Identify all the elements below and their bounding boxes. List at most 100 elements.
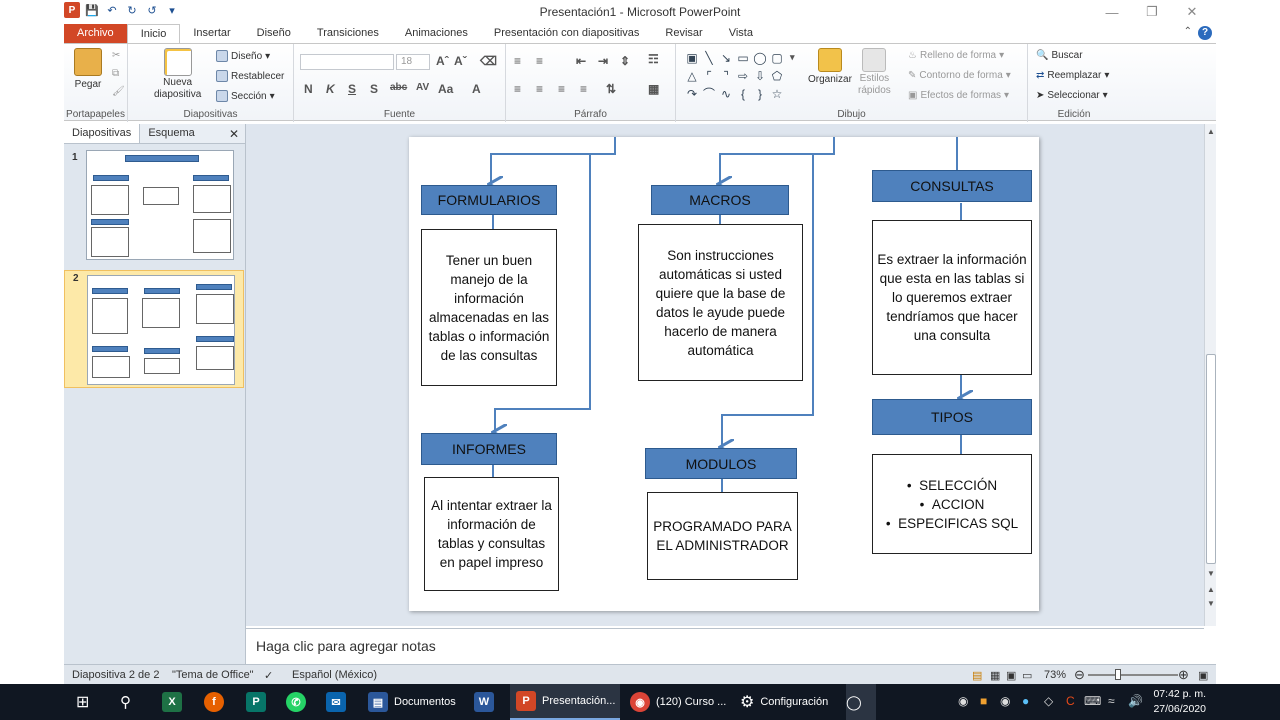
- wifi-tray-icon[interactable]: ◇: [1044, 694, 1053, 708]
- start-button[interactable]: ⊞: [76, 684, 89, 720]
- strikethrough-icon[interactable]: abc: [390, 82, 407, 93]
- copy-icon[interactable]: ⧉: [112, 68, 119, 79]
- char-spacing-icon[interactable]: AV: [416, 82, 429, 93]
- taskbar-item-configuracion[interactable]: ⚙ Configuración: [734, 684, 838, 720]
- new-slide-button[interactable]: Nueva diapositiva: [154, 48, 201, 100]
- scroll-thumb[interactable]: [1206, 354, 1216, 564]
- brace-right-shape-icon[interactable]: }: [752, 86, 768, 103]
- macros-header[interactable]: MACROS: [651, 185, 789, 215]
- theme-name[interactable]: "Tema de Office": [172, 669, 254, 681]
- cortana-taskbar-icon[interactable]: ◯: [846, 684, 876, 720]
- rounded-rect-shape-icon[interactable]: ▢: [769, 50, 785, 67]
- fit-to-window-icon[interactable]: ▣: [1198, 669, 1208, 682]
- curve-arrow-shape-icon[interactable]: ↷: [684, 86, 700, 103]
- slide-thumbnail-1[interactable]: 1: [64, 150, 244, 264]
- italic-icon[interactable]: K: [326, 82, 335, 96]
- zoom-slider[interactable]: [1088, 674, 1178, 676]
- record-icon[interactable]: ◉: [958, 694, 968, 708]
- paste-button[interactable]: Pegar: [74, 48, 102, 90]
- shape-effects-button[interactable]: ▣ Efectos de formas ▾: [908, 90, 1009, 101]
- consultas-header[interactable]: CONSULTAS: [872, 170, 1032, 202]
- line-spacing-icon[interactable]: ⇕: [620, 54, 630, 68]
- close-icon[interactable]: ✕: [1172, 0, 1212, 24]
- tipos-header[interactable]: TIPOS: [872, 399, 1032, 435]
- network-icon[interactable]: ≈: [1108, 694, 1115, 708]
- macros-description[interactable]: Son instrucciones automáticas si usted q…: [638, 224, 803, 381]
- slide-sorter-icon[interactable]: ▦: [990, 669, 1000, 682]
- taskbar-item-presentacion[interactable]: P Presentación...: [510, 684, 620, 720]
- right-arrow-shape-icon[interactable]: ⇨: [735, 68, 751, 85]
- discord-icon[interactable]: ◉: [1000, 694, 1010, 708]
- find-button[interactable]: 🔍 Buscar: [1036, 50, 1083, 61]
- align-center-icon[interactable]: ≡: [536, 82, 543, 96]
- tab-presentacion[interactable]: Presentación con diapositivas: [481, 24, 653, 44]
- shapes-more-icon[interactable]: ▾: [790, 52, 795, 63]
- modulos-description[interactable]: PROGRAMADO PARA EL ADMINISTRADOR: [647, 492, 798, 580]
- font-name-combo[interactable]: [300, 54, 394, 70]
- tab-archivo[interactable]: Archivo: [64, 24, 127, 44]
- minimize-icon[interactable]: —: [1092, 0, 1132, 24]
- slide-canvas[interactable]: FORMULARIOS Tener un buen manejo de la i…: [409, 137, 1039, 611]
- search-button[interactable]: ⚲: [120, 684, 131, 720]
- reading-view-icon[interactable]: ▣: [1006, 669, 1016, 682]
- arrange-button[interactable]: Organizar: [808, 48, 852, 85]
- down-arrow-shape-icon[interactable]: ⇩: [752, 68, 768, 85]
- font-size-combo[interactable]: 18: [396, 54, 430, 70]
- increase-indent-icon[interactable]: ⇥: [598, 54, 608, 68]
- numbering-icon[interactable]: ≡: [536, 54, 543, 68]
- smartart-icon[interactable]: ▦: [648, 82, 659, 96]
- line-shape-icon[interactable]: ╲: [701, 50, 717, 67]
- clear-format-icon[interactable]: ⌫: [480, 54, 497, 68]
- star-shape-icon[interactable]: ☆: [769, 86, 785, 103]
- grow-font-icon[interactable]: Aˆ: [436, 54, 449, 68]
- select-button[interactable]: ➤ Seleccionar ▾: [1036, 90, 1108, 101]
- zoom-out-icon[interactable]: ⊖: [1074, 667, 1085, 683]
- informes-description[interactable]: Al intentar extraer la información de ta…: [424, 477, 559, 591]
- shrink-font-icon[interactable]: Aˇ: [454, 54, 467, 68]
- text-direction-icon[interactable]: ⇅: [606, 82, 616, 96]
- tab-insertar[interactable]: Insertar: [180, 24, 243, 44]
- slide-editing-area[interactable]: FORMULARIOS Tener un buen manejo de la i…: [246, 124, 1204, 626]
- excel-taskbar-icon[interactable]: X: [162, 684, 182, 720]
- formularios-header[interactable]: FORMULARIOS: [421, 185, 557, 215]
- freeform-shape-icon[interactable]: ∿: [718, 86, 734, 103]
- vertical-scrollbar[interactable]: ▲ ▼ ▲ ▼: [1204, 124, 1216, 626]
- tab-revisar[interactable]: Revisar: [652, 24, 715, 44]
- firefox-taskbar-icon[interactable]: f: [204, 684, 224, 720]
- elbow-connector-shape-icon[interactable]: ⌜: [701, 68, 717, 85]
- app-tray-icon[interactable]: ■: [980, 694, 987, 708]
- slide-thumbnail-2[interactable]: 2: [64, 270, 244, 388]
- zoom-in-icon[interactable]: ⊕: [1178, 667, 1189, 683]
- zoom-level[interactable]: 73%: [1044, 669, 1066, 681]
- consultas-description[interactable]: Es extraer la información que esta en la…: [872, 220, 1032, 375]
- change-case-icon[interactable]: Aa: [438, 82, 453, 96]
- tab-diapositivas[interactable]: Diapositivas: [64, 124, 141, 143]
- font-color-icon[interactable]: A: [472, 82, 481, 96]
- zoom-slider-knob[interactable]: [1115, 669, 1121, 680]
- bold-icon[interactable]: N: [304, 82, 313, 96]
- tipos-list[interactable]: • SELECCIÓN • ACCION • ESPECIFICAS SQL: [872, 454, 1032, 554]
- reset-button[interactable]: Restablecer: [216, 70, 284, 82]
- word-taskbar-icon[interactable]: W: [474, 684, 494, 720]
- oval-shape-icon[interactable]: ◯: [752, 50, 768, 67]
- brace-left-shape-icon[interactable]: {: [735, 86, 751, 103]
- align-left-icon[interactable]: ≡: [514, 82, 521, 96]
- language-indicator[interactable]: Español (México): [292, 669, 377, 681]
- outlook-taskbar-icon[interactable]: ✉: [326, 684, 346, 720]
- shadow-icon[interactable]: S: [370, 82, 378, 96]
- arc-shape-icon[interactable]: ⌒: [701, 86, 717, 103]
- volume-icon[interactable]: 🔊: [1128, 694, 1143, 708]
- informes-header[interactable]: INFORMES: [421, 433, 557, 465]
- publisher-taskbar-icon[interactable]: P: [246, 684, 266, 720]
- layout-button[interactable]: Diseño ▾: [216, 50, 270, 62]
- cut-icon[interactable]: ✂: [112, 50, 120, 61]
- columns-icon[interactable]: ☶: [648, 52, 659, 66]
- modulos-header[interactable]: MODULOS: [645, 448, 797, 479]
- pentagon-shape-icon[interactable]: ⬠: [769, 68, 785, 85]
- format-painter-icon[interactable]: 🖌: [112, 86, 125, 97]
- tab-inicio[interactable]: Inicio: [126, 24, 181, 44]
- shape-outline-button[interactable]: ✎ Contorno de forma ▾: [908, 70, 1011, 81]
- replace-button[interactable]: ⇄ Reemplazar ▾: [1036, 70, 1109, 81]
- quick-styles-button[interactable]: Estilos rápidos: [858, 48, 891, 96]
- keyboard-icon[interactable]: ⌨: [1084, 694, 1101, 708]
